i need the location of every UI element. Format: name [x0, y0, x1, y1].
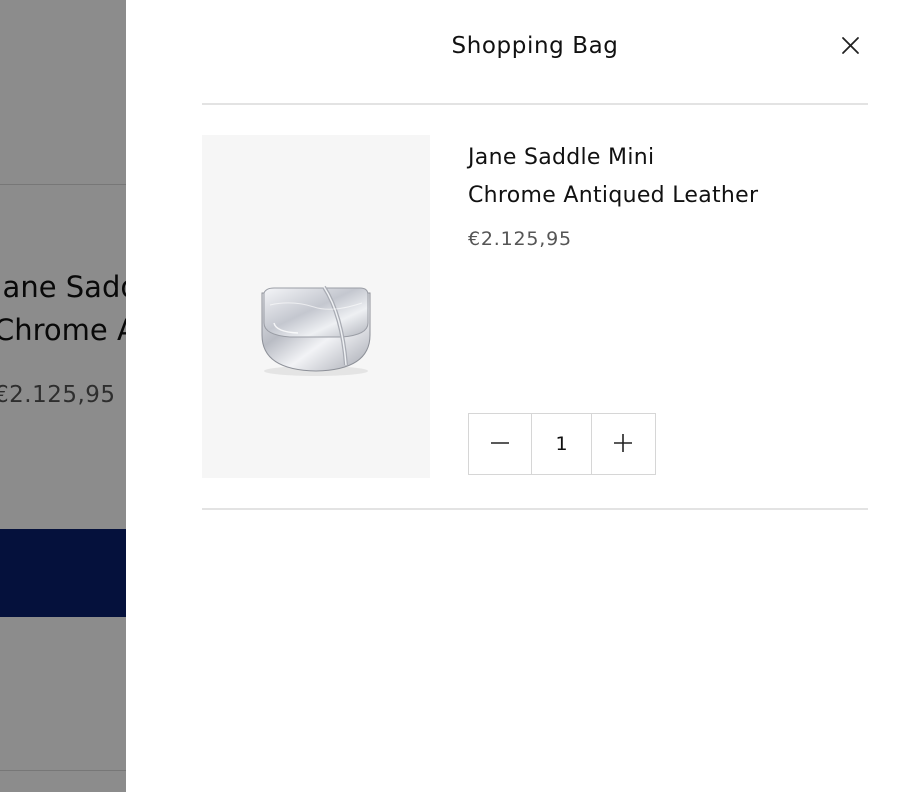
- minus-icon: [488, 431, 512, 458]
- close-button[interactable]: [833, 30, 865, 62]
- product-name-line1: Jane Saddle Mini: [468, 145, 655, 170]
- drawer-divider: [202, 103, 868, 105]
- cart-line-item: Jane Saddle Mini Chrome Antiqued Leather…: [202, 135, 868, 478]
- close-icon: [833, 30, 865, 62]
- drawer-divider: [202, 508, 868, 510]
- shopping-bag-drawer: Shopping Bag Jane Saddle Mini Chrome Ant…: [126, 0, 906, 792]
- product-image[interactable]: [202, 135, 430, 478]
- page: Jane Saddle Mini Chrome Antiqued Leather…: [0, 0, 906, 792]
- product-price: €2.125,95: [468, 228, 572, 250]
- quantity-stepper: 1: [468, 413, 656, 475]
- decrease-quantity-button[interactable]: [469, 414, 531, 474]
- quantity-value[interactable]: 1: [531, 414, 592, 474]
- increase-quantity-button[interactable]: [592, 414, 654, 474]
- plus-icon: [611, 431, 635, 458]
- product-name-line2: Chrome Antiqued Leather: [468, 183, 759, 208]
- drawer-title: Shopping Bag: [451, 33, 619, 59]
- product-name[interactable]: Jane Saddle Mini Chrome Antiqued Leather: [468, 139, 758, 215]
